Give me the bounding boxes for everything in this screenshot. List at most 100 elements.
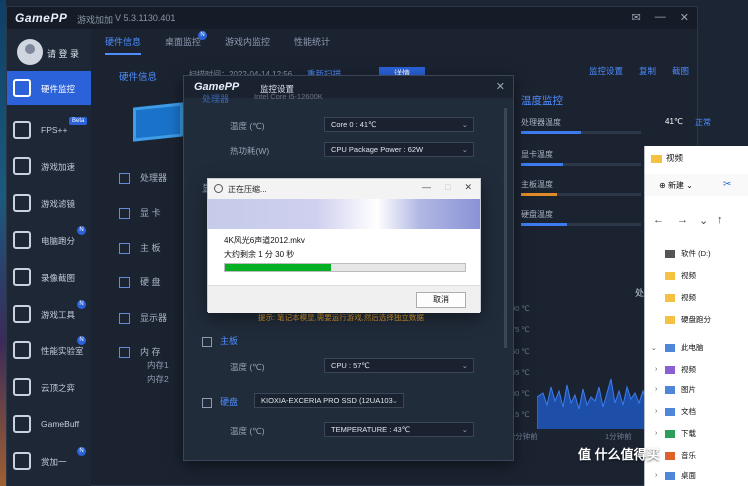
app-version: V 5.3.1130.401 bbox=[115, 13, 176, 23]
monitor-settings-button[interactable]: 监控设置 bbox=[589, 65, 623, 77]
sidebar-item-reward[interactable]: 赏加一 N bbox=[7, 444, 91, 478]
avatar[interactable] bbox=[17, 39, 43, 65]
minimize-button[interactable]: — bbox=[655, 11, 666, 24]
close-button[interactable]: ✕ bbox=[464, 182, 472, 193]
explorer-item-this-pc[interactable]: 此电脑 bbox=[665, 342, 704, 353]
new-badge: N bbox=[77, 336, 86, 345]
explorer-item-drive[interactable]: 软件 (D:) bbox=[665, 248, 711, 259]
tab-perf-stats[interactable]: 性能统计 bbox=[294, 35, 330, 55]
temp-bar-fill bbox=[521, 163, 563, 166]
axis-x-tick: 1分钟前 bbox=[605, 432, 632, 441]
mail-icon[interactable]: ✉ bbox=[632, 11, 641, 24]
chevron-down-icon[interactable]: ⌄ bbox=[651, 344, 657, 352]
explorer-item-videos[interactable]: 视频 bbox=[665, 364, 696, 375]
chevron-right-icon[interactable]: › bbox=[655, 408, 657, 415]
cut-icon[interactable]: ✂ bbox=[723, 179, 731, 190]
temp-side-label: 处 bbox=[635, 288, 645, 298]
watermark: 值 什么值得买 bbox=[578, 447, 660, 462]
item-label: 音乐 bbox=[681, 451, 696, 460]
close-button[interactable]: ✕ bbox=[680, 11, 689, 24]
sidebar-item-fps[interactable]: FPS++ Beta bbox=[7, 113, 91, 147]
chevron-right-icon[interactable]: › bbox=[655, 430, 657, 437]
gauge-icon bbox=[13, 231, 31, 249]
dialog-section-cpu: 处理器 bbox=[202, 94, 230, 104]
login-label[interactable]: 请 登 录 bbox=[47, 47, 79, 60]
sidebar-item-game-boost[interactable]: 游戏加速 bbox=[7, 149, 91, 183]
minimize-button[interactable]: — bbox=[422, 182, 431, 193]
cancel-button[interactable]: 取消 bbox=[416, 292, 466, 308]
compressing-filename: 4K风光6声道2012.mkv bbox=[224, 236, 305, 245]
tab-hardware-info[interactable]: 硬件信息 bbox=[105, 35, 142, 55]
temp-bar-fill bbox=[521, 131, 581, 134]
mb-temp-select[interactable]: CPU : 57℃ ⌄ bbox=[324, 358, 474, 373]
screen: { "app": { "logo": "GamePP", "subtitle":… bbox=[0, 0, 748, 486]
select-value: Core 0 : 41℃ bbox=[331, 120, 377, 129]
copy-button[interactable]: 复制 bbox=[639, 65, 656, 77]
hw-row-label: 主 板 bbox=[140, 243, 161, 253]
temp-bar bbox=[521, 163, 641, 166]
chevron-right-icon[interactable]: › bbox=[655, 472, 657, 479]
sidebar-item-benchmark[interactable]: 电脑跑分 N bbox=[7, 223, 91, 257]
hw-row-label: 处理器 bbox=[140, 173, 168, 183]
back-icon[interactable]: ← bbox=[653, 214, 664, 226]
new-badge: N bbox=[77, 447, 86, 456]
hw-row-label: 硬 盘 bbox=[140, 277, 161, 287]
cpu-power-select[interactable]: CPU Package Power : 62W ⌄ bbox=[324, 142, 474, 157]
select-value: KIOXIA-EXCERIA PRO SSD (12UA103 bbox=[261, 396, 393, 405]
sidebar-item-recording[interactable]: 录像截图 bbox=[7, 260, 91, 294]
hw-row-label: 内 存 bbox=[140, 347, 161, 357]
explorer-item-folder[interactable]: 硬盘跑分 bbox=[665, 314, 711, 325]
explorer-toolbar: ⊕ 新建 ⌄ ✂ bbox=[645, 174, 748, 196]
section-title: 硬件信息 bbox=[119, 72, 158, 83]
chevron-right-icon[interactable]: › bbox=[655, 366, 657, 373]
temp-bar-fill bbox=[521, 193, 557, 196]
compression-dialog: 正在压缩... — □ ✕ 4K风光6声道2012.mkv 大约剩余 1 分 3… bbox=[207, 178, 481, 313]
new-button[interactable]: ⊕ 新建 ⌄ bbox=[659, 180, 693, 191]
compression-progress-bar bbox=[224, 263, 466, 272]
disk-device-select[interactable]: KIOXIA-EXCERIA PRO SSD (12UA103 ⌄ bbox=[254, 393, 404, 408]
filter-icon bbox=[13, 194, 31, 212]
explorer-item-documents[interactable]: 文档 bbox=[665, 406, 696, 417]
explorer-item-desktop[interactable]: 桌面 bbox=[665, 470, 696, 481]
sidebar-item-game-filter[interactable]: 游戏滤镜 bbox=[7, 186, 91, 220]
monitor-icon bbox=[13, 79, 31, 97]
sidebar-item-gamebuff[interactable]: GameBuff bbox=[7, 407, 91, 441]
compression-titlebar: 正在压缩... — □ ✕ bbox=[208, 179, 480, 199]
compression-banner bbox=[208, 199, 480, 229]
chevron-down-icon: ⌄ bbox=[461, 425, 468, 434]
screenshot-button[interactable]: 截图 bbox=[672, 65, 689, 77]
maximize-button[interactable]: □ bbox=[445, 182, 450, 193]
tab-ingame-monitor[interactable]: 游戏内监控 bbox=[225, 35, 270, 55]
cpu-temp-select[interactable]: Core 0 : 41℃ ⌄ bbox=[324, 117, 474, 132]
sidebar-item-hardware-monitor[interactable]: 硬件监控 bbox=[7, 71, 91, 105]
explorer-item-folder[interactable]: 视频 bbox=[665, 292, 696, 303]
chevron-down-icon[interactable]: ⌄ bbox=[699, 214, 708, 227]
item-label: 软件 (D:) bbox=[681, 249, 711, 258]
item-label: 视频 bbox=[681, 271, 696, 280]
sidebar-item-game-tools[interactable]: 游戏工具 N bbox=[7, 297, 91, 331]
top-tabs: 硬件信息 桌面监控 N 游戏内监控 性能统计 bbox=[105, 31, 330, 55]
disk-temp-select[interactable]: TEMPERATURE : 43℃ ⌄ bbox=[324, 422, 474, 437]
sidebar-item-perf-lab[interactable]: 性能实验室 N bbox=[7, 333, 91, 367]
folder-icon bbox=[651, 154, 662, 163]
explorer-item-music[interactable]: 音乐 bbox=[665, 450, 696, 461]
cpu-icon bbox=[119, 173, 130, 185]
explorer-item-downloads[interactable]: 下载 bbox=[665, 428, 696, 439]
memory-slot-1: 内存1 bbox=[147, 360, 169, 370]
explorer-item-pictures[interactable]: 图片 bbox=[665, 384, 696, 395]
chevron-right-icon[interactable]: › bbox=[655, 386, 657, 393]
login-area[interactable]: 请 登 录 bbox=[13, 35, 91, 71]
app-logo: GamePP bbox=[15, 11, 68, 25]
forward-icon[interactable]: → bbox=[677, 214, 688, 226]
up-icon[interactable]: ↑ bbox=[717, 214, 723, 226]
motherboard-icon bbox=[202, 336, 212, 347]
new-badge: N bbox=[198, 31, 208, 40]
explorer-item-folder[interactable]: 视频 bbox=[665, 270, 696, 281]
sidebar-item-tft[interactable]: 云顶之弈 bbox=[7, 370, 91, 404]
camera-icon bbox=[13, 268, 31, 286]
dialog-scrollbar[interactable] bbox=[504, 108, 507, 348]
tab-desktop-monitor[interactable]: 桌面监控 N bbox=[165, 31, 208, 55]
close-icon[interactable]: ✕ bbox=[496, 80, 505, 93]
new-badge: N bbox=[77, 226, 86, 235]
gift-icon bbox=[13, 452, 31, 470]
